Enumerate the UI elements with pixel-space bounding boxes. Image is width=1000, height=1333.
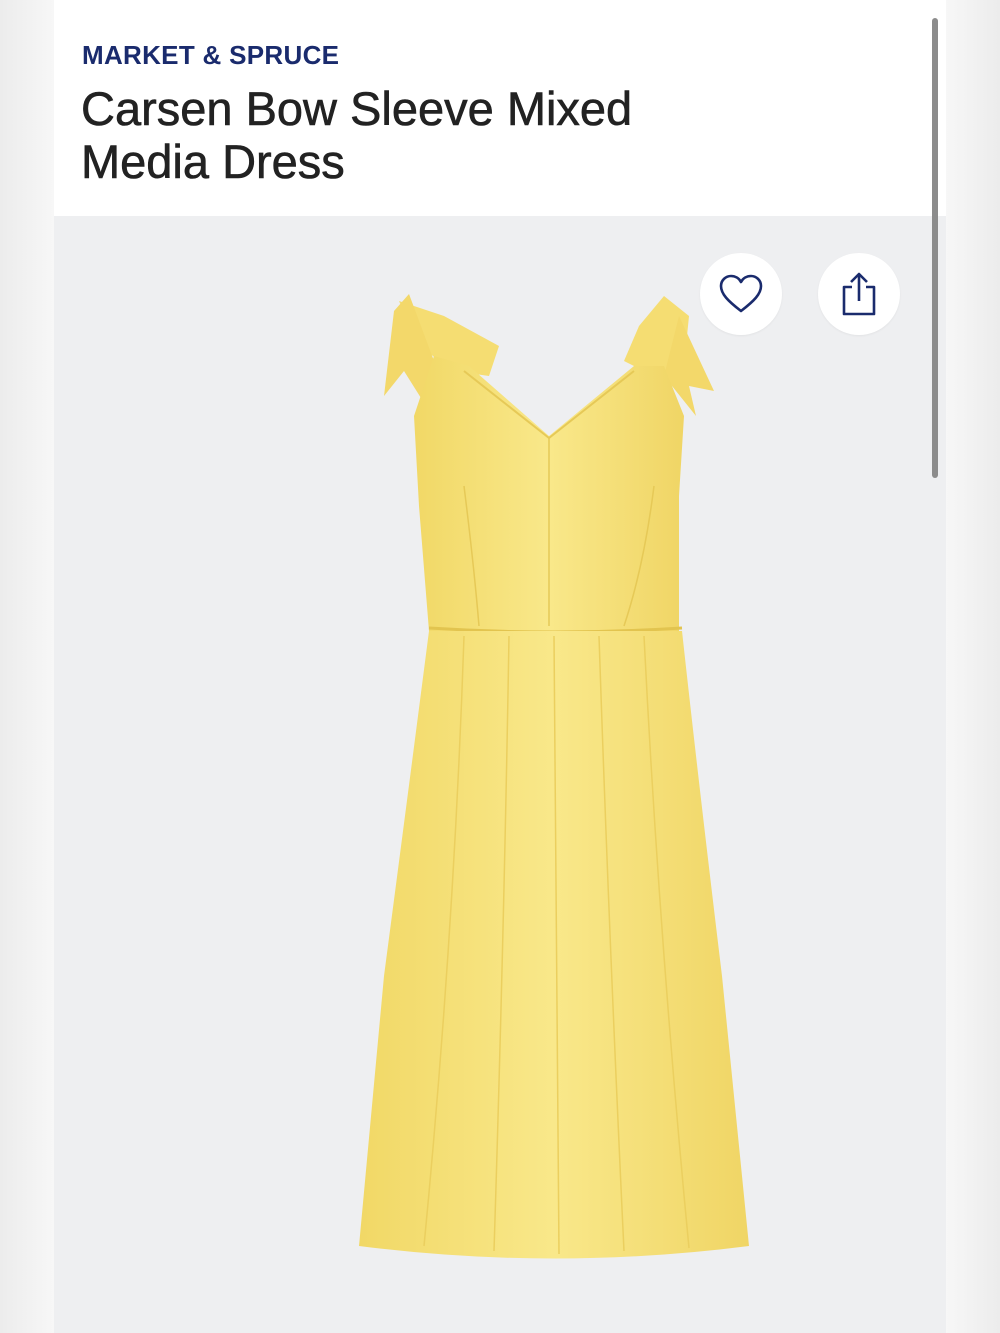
page-edge-right [946, 0, 1000, 1333]
brand-link[interactable]: MARKET & SPRUCE [82, 40, 339, 71]
favorite-button[interactable] [700, 253, 782, 335]
share-button[interactable] [818, 253, 900, 335]
product-image [359, 294, 749, 1259]
product-sheet: MARKET & SPRUCE Carsen Bow Sleeve Mixed … [54, 0, 946, 1333]
share-icon [842, 272, 876, 316]
product-header: MARKET & SPRUCE Carsen Bow Sleeve Mixed … [54, 0, 946, 216]
product-title: Carsen Bow Sleeve Mixed Media Dress [81, 82, 633, 189]
product-image-gallery[interactable] [54, 216, 946, 1333]
heart-icon [719, 274, 763, 313]
scrollbar[interactable] [932, 18, 938, 478]
page-edge-left [0, 0, 54, 1333]
